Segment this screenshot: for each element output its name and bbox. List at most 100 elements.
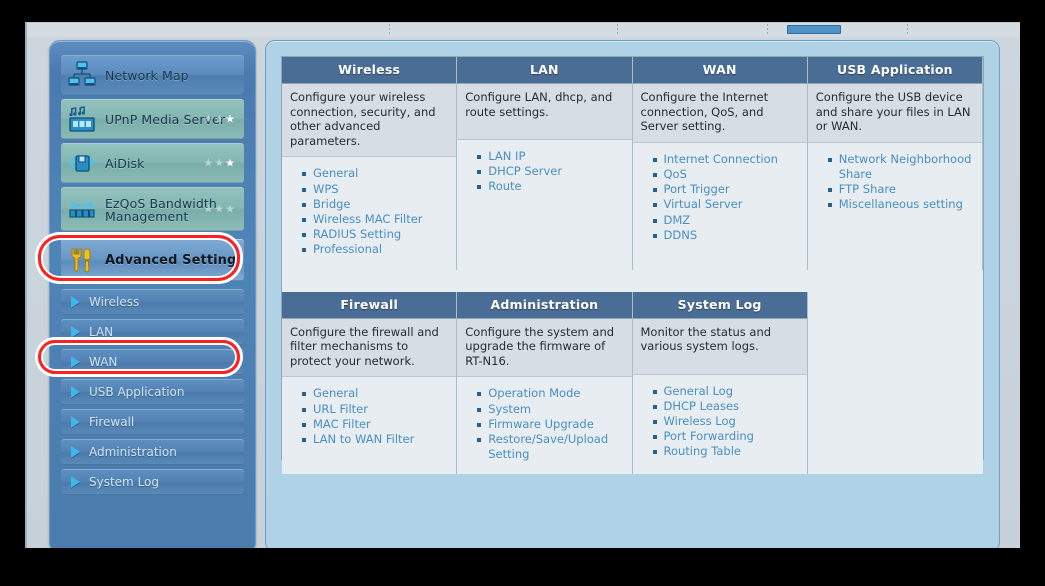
card-link[interactable]: RADIUS Setting (302, 227, 448, 242)
card-link[interactable]: LAN to WAN Filter (302, 432, 448, 447)
sidebar-subitem-firewall[interactable]: Firewall (61, 409, 244, 435)
card-link[interactable]: Bridge (302, 197, 448, 212)
sidebar-item-advanced-setting[interactable]: Advanced Setting (61, 239, 244, 281)
toolbar-separator (617, 24, 618, 36)
chevron-right-icon (71, 356, 80, 368)
card-link[interactable]: DMZ (652, 213, 799, 228)
sidebar-subitem-label: LAN (89, 325, 114, 339)
toolbar-separator (907, 24, 908, 36)
sidebar-item-ezqos-bandwidth-management[interactable]: EzQoS Bandwidth Management ★★★ (61, 187, 244, 231)
card-link[interactable]: URL Filter (302, 402, 448, 417)
media-server-icon (67, 104, 97, 134)
card-link[interactable]: FTP Share (827, 182, 974, 197)
sidebar: Network Map UPnP Media Server ★★★ AiDisk… (49, 40, 256, 548)
tools-icon (67, 245, 97, 275)
card-title: LAN (457, 57, 632, 84)
chevron-right-icon (71, 386, 80, 398)
card-wan: WAN Configure the Internet connection, Q… (632, 57, 808, 270)
toolbar-separator (767, 24, 768, 36)
card-link[interactable]: DHCP Leases (652, 399, 799, 414)
card-title: USB Application (807, 57, 982, 84)
chevron-right-icon (71, 476, 80, 488)
card-link[interactable]: Miscellaneous setting (827, 197, 974, 212)
card-link[interactable]: Wireless MAC Filter (302, 212, 448, 227)
card-link[interactable]: Port Forwarding (652, 429, 799, 444)
card-link[interactable]: Port Trigger (652, 182, 799, 197)
card-description: Configure your wireless connection, secu… (282, 84, 457, 158)
sidebar-item-network-map[interactable]: Network Map (61, 55, 244, 95)
browser-page-frame: Network Map UPnP Media Server ★★★ AiDisk… (25, 22, 1020, 548)
card-link[interactable]: General (302, 386, 448, 401)
sidebar-subitem-administration[interactable]: Administration (61, 439, 244, 465)
card-link[interactable]: MAC Filter (302, 417, 448, 432)
card-link[interactable]: System (477, 402, 623, 417)
card-lan: LAN Configure LAN, dhcp, and route setti… (457, 57, 633, 270)
card-link-list: General URL Filter MAC Filter LAN to WAN… (282, 377, 457, 475)
card-description: Configure the system and upgrade the fir… (457, 318, 632, 378)
card-link-list: Operation Mode System Firmware Upgrade R… (457, 377, 632, 475)
rating-stars: ★★★ (203, 202, 236, 216)
chevron-right-icon (71, 416, 80, 428)
sidebar-item-label: Network Map (105, 67, 189, 83)
card-wireless: Wireless Configure your wireless connect… (282, 57, 458, 270)
sidebar-item-label: Advanced Setting (105, 252, 237, 268)
cards-container: Wireless Configure your wireless connect… (281, 56, 984, 475)
sidebar-subitem-usb-application[interactable]: USB Application (61, 379, 244, 405)
sidebar-subitem-label: USB Application (89, 385, 185, 399)
toolbar-active-chip[interactable] (787, 25, 841, 34)
card-link-list: Internet Connection QoS Port Trigger Vir… (632, 142, 807, 270)
sidebar-subitem-system-log[interactable]: System Log (61, 469, 244, 495)
card-description: Configure LAN, dhcp, and route settings. (457, 84, 632, 140)
card-link[interactable]: QoS (652, 167, 799, 182)
sidebar-subitem-label: Wireless (89, 295, 140, 309)
card-usb-application: USB Application Configure the USB device… (807, 57, 983, 270)
card-link[interactable]: Firmware Upgrade (477, 417, 623, 432)
card-row-1: Wireless Configure your wireless connect… (282, 57, 983, 270)
card-row-2: Firewall Configure the firewall and filt… (282, 291, 983, 475)
card-link[interactable]: Virtual Server (652, 197, 799, 212)
toolbar-separator (389, 24, 390, 36)
chevron-right-icon (71, 326, 80, 338)
rating-stars: ★★★ (203, 112, 236, 126)
sidebar-subitem-wan[interactable]: WAN (61, 349, 244, 375)
card-link[interactable]: General (302, 166, 448, 181)
card-title: Administration (457, 291, 632, 319)
toolbar-strip (27, 23, 1020, 37)
card-title: WAN (632, 57, 807, 84)
card-link[interactable]: Route (477, 179, 623, 194)
card-link-list: General Log DHCP Leases Wireless Log Por… (632, 374, 807, 475)
card-link[interactable]: Internet Connection (652, 152, 799, 167)
card-system-log: System Log Monitor the status and variou… (632, 291, 808, 475)
card-administration: Administration Configure the system and … (457, 291, 633, 475)
card-link[interactable]: Network Neighborhood Share (827, 152, 974, 182)
card-description: Configure the Internet connection, QoS, … (632, 84, 807, 143)
card-description: Monitor the status and various system lo… (632, 318, 807, 375)
card-link[interactable]: Operation Mode (477, 386, 623, 401)
sidebar-item-aidisk[interactable]: AiDisk ★★★ (61, 143, 244, 183)
sidebar-subitem-label: System Log (89, 475, 159, 489)
ezqos-icon (67, 194, 97, 224)
network-map-icon (67, 60, 97, 90)
card-link[interactable]: DDNS (652, 228, 799, 243)
card-link[interactable]: Restore/Save/Upload Setting (477, 432, 623, 462)
card-link[interactable]: General Log (652, 384, 799, 399)
sidebar-subitem-label: WAN (89, 355, 118, 369)
aidisk-icon (67, 148, 97, 178)
sidebar-subitem-label: Firewall (89, 415, 135, 429)
card-link[interactable]: WPS (302, 182, 448, 197)
card-description: Configure the firewall and filter mechan… (282, 318, 457, 378)
card-link[interactable]: Wireless Log (652, 414, 799, 429)
sidebar-item-label: AiDisk (105, 155, 145, 171)
card-link[interactable]: DHCP Server (477, 164, 623, 179)
card-link[interactable]: Professional (302, 242, 448, 257)
card-link[interactable]: LAN IP (477, 149, 623, 164)
rating-stars: ★★★ (203, 156, 236, 170)
card-description: Configure the USB device and share your … (807, 84, 982, 143)
card-firewall: Firewall Configure the firewall and filt… (282, 291, 458, 475)
card-title: System Log (632, 291, 807, 319)
sidebar-subitem-wireless[interactable]: Wireless (61, 289, 244, 315)
sidebar-subitem-label: Administration (89, 445, 177, 459)
card-link[interactable]: Routing Table (652, 444, 799, 459)
sidebar-item-upnp-media-server[interactable]: UPnP Media Server ★★★ (61, 99, 244, 139)
sidebar-subitem-lan[interactable]: LAN (61, 319, 244, 345)
